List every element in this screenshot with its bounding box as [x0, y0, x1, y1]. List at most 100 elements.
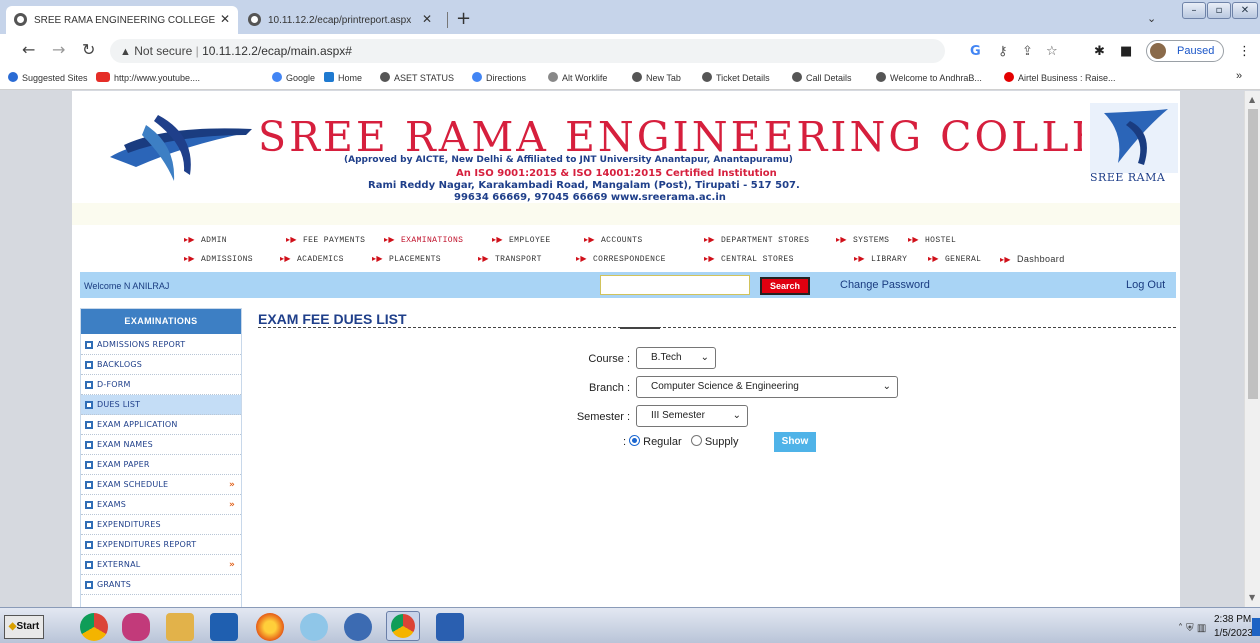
sidebar-item-d-form[interactable]: D-FORM: [81, 375, 241, 395]
forward-arrow-icon[interactable]: →: [52, 42, 65, 58]
bookmark-alt-worklife[interactable]: Alt Worklife: [548, 72, 607, 83]
word-icon[interactable]: [436, 613, 464, 641]
chrome-icon[interactable]: [80, 613, 108, 641]
firefox-icon[interactable]: [256, 613, 284, 641]
media-player-icon[interactable]: [344, 613, 372, 641]
nav-academics[interactable]: ▸▶ ACADEMICS: [280, 254, 344, 264]
bookmark-aset-status[interactable]: ASET STATUS: [380, 72, 454, 83]
bookmark-andhra-bank[interactable]: Welcome to AndhraB...: [876, 72, 982, 83]
supply-radio[interactable]: [690, 435, 702, 446]
bookmark-ticket-details[interactable]: Ticket Details: [702, 72, 770, 83]
banner-strip: [72, 203, 1180, 225]
change-password-link[interactable]: Change Password: [840, 279, 930, 291]
nav-general[interactable]: ▸▶ GENERAL: [928, 254, 981, 264]
arrow-icon: ▸▶: [908, 235, 919, 244]
scroll-up-arrow-icon[interactable]: ▲: [1249, 95, 1255, 104]
bullet-icon: [85, 541, 93, 549]
page-viewport: SREE RAMA ENGINEERING COLLEGE (Approved …: [0, 91, 1244, 607]
google-lens-icon[interactable]: G: [970, 44, 981, 59]
course-select[interactable]: B.Tech ⌄: [636, 347, 716, 369]
nav-systems[interactable]: ▸▶ SYSTEMS: [836, 235, 889, 245]
nav-transport[interactable]: ▸▶ TRANSPORT: [478, 254, 542, 264]
key-icon[interactable]: ⚷: [998, 44, 1008, 59]
regular-radio[interactable]: [629, 435, 641, 446]
sidebar-item-admissions-report[interactable]: ADMISSIONS REPORT: [81, 335, 241, 355]
show-desktop-button[interactable]: [1252, 618, 1260, 636]
nav-admissions[interactable]: ▸▶ ADMISSIONS: [184, 254, 253, 264]
bookmark-home[interactable]: Home: [324, 72, 362, 83]
nav-fee-payments[interactable]: ▸▶ FEE PAYMENTS: [286, 235, 365, 245]
system-tray-icons[interactable]: ˄ ⛨ ▥: [1178, 623, 1206, 634]
bullet-icon: [85, 561, 93, 569]
sidebar-item-exam-application[interactable]: EXAM APPLICATION: [81, 415, 241, 435]
nav-placements[interactable]: ▸▶ PLACEMENTS: [372, 254, 441, 264]
bookmark-call-details[interactable]: Call Details: [792, 72, 852, 83]
side-panel-icon[interactable]: ■: [1120, 44, 1132, 59]
nav-correspondence[interactable]: ▸▶ CORRESPONDENCE: [576, 254, 666, 264]
welcome-text: Welcome N ANILRAJ: [84, 281, 170, 291]
nav-accounts[interactable]: ▸▶ ACCOUNTS: [584, 235, 643, 245]
sidebar-item-expenditures[interactable]: EXPENDITURES: [81, 515, 241, 535]
nav-hostel[interactable]: ▸▶ HOSTEL: [908, 235, 956, 245]
paint-tool-icon[interactable]: [122, 613, 150, 641]
sidebar-item-backlogs[interactable]: BACKLOGS: [81, 355, 241, 375]
back-arrow-icon[interactable]: ←: [22, 42, 35, 58]
nav-department-stores[interactable]: ▸▶ DEPARTMENT STORES: [704, 235, 809, 245]
nav-dashboard[interactable]: ▸▶ Dashboard: [1000, 254, 1065, 264]
reload-icon[interactable]: ↻: [82, 42, 95, 58]
sidebar: EXAMINATIONS ADMISSIONS REPORT BACKLOGS …: [80, 308, 242, 607]
bookmark-new-tab[interactable]: New Tab: [632, 72, 681, 83]
bookmark-airtel-business[interactable]: Airtel Business : Raise...: [1004, 72, 1116, 83]
sidebar-item-expenditures-report[interactable]: EXPENDITURES REPORT: [81, 535, 241, 555]
logout-link[interactable]: Log Out: [1126, 279, 1165, 291]
scroll-thumb[interactable]: [1248, 109, 1258, 399]
start-button[interactable]: ◆Start: [4, 615, 44, 639]
paint-brush-icon[interactable]: [300, 613, 328, 641]
outlook-icon[interactable]: [210, 613, 238, 641]
semester-select[interactable]: III Semester ⌄: [636, 405, 748, 427]
bookmark-star-icon[interactable]: ☆: [1046, 44, 1058, 59]
search-input[interactable]: [600, 275, 750, 295]
bookmarks-overflow[interactable]: »: [1236, 70, 1242, 82]
share-icon[interactable]: ⇪: [1022, 44, 1033, 59]
clock-time[interactable]: 2:38 PM: [1214, 614, 1251, 625]
extensions-icon[interactable]: ✱: [1094, 44, 1105, 59]
warning-icon: ▲: [120, 46, 131, 58]
sidebar-item-grants[interactable]: GRANTS: [81, 575, 241, 595]
sidebar-item-exam-schedule[interactable]: EXAM SCHEDULE»: [81, 475, 241, 495]
bookmark-google[interactable]: Google: [272, 72, 315, 83]
show-button[interactable]: Show: [774, 432, 816, 452]
file-manager-icon[interactable]: [166, 613, 194, 641]
globe-icon: [792, 72, 802, 82]
menu-dots-icon[interactable]: ⋮: [1238, 44, 1251, 59]
chrome-active-icon[interactable]: [386, 611, 420, 641]
sidebar-item-exam-paper[interactable]: EXAM PAPER: [81, 455, 241, 475]
profile-button[interactable]: Paused: [1146, 40, 1224, 62]
tab-inactive[interactable]: 10.11.12.2/ecap/printreport.aspx ✕: [240, 6, 440, 34]
tab-close-icon[interactable]: ✕: [220, 12, 230, 26]
new-tab-button[interactable]: +: [456, 10, 471, 28]
sidebar-item-exams[interactable]: EXAMS»: [81, 495, 241, 515]
tab-active[interactable]: SREE RAMA ENGINEERING COLLEGE ✕: [6, 6, 238, 34]
bookmark-youtube[interactable]: http://www.youtube....: [96, 72, 200, 83]
clock-date[interactable]: 1/5/2023: [1214, 628, 1253, 639]
sidebar-item-dues-list[interactable]: DUES LIST: [81, 395, 241, 415]
branch-select[interactable]: Computer Science & Engineering ⌄: [636, 376, 898, 398]
scroll-down-arrow-icon[interactable]: ▼: [1249, 593, 1255, 602]
page-scrollbar[interactable]: ▲ ▼: [1244, 91, 1260, 607]
nav-central-stores[interactable]: ▸▶ CENTRAL STORES: [704, 254, 794, 264]
close-window-button[interactable]: ✕: [1232, 2, 1258, 19]
bookmark-directions[interactable]: Directions: [472, 72, 526, 83]
bookmark-suggested-sites[interactable]: Suggested Sites: [8, 72, 88, 83]
nav-admin[interactable]: ▸▶ ADMIN: [184, 235, 227, 245]
nav-library[interactable]: ▸▶ LIBRARY: [854, 254, 907, 264]
tab-close-icon[interactable]: ✕: [422, 12, 432, 26]
sidebar-item-external[interactable]: EXTERNAL»: [81, 555, 241, 575]
sidebar-item-exam-names[interactable]: EXAM NAMES: [81, 435, 241, 455]
search-button[interactable]: Search: [760, 277, 810, 295]
minimize-button[interactable]: –: [1182, 2, 1206, 19]
maximize-button[interactable]: ▫: [1207, 2, 1231, 19]
tab-search-chevron-icon[interactable]: ⌄: [1147, 12, 1156, 25]
nav-examinations[interactable]: ▸▶ EXAMINATIONS: [384, 235, 463, 245]
nav-employee[interactable]: ▸▶ EMPLOYEE: [492, 235, 551, 245]
